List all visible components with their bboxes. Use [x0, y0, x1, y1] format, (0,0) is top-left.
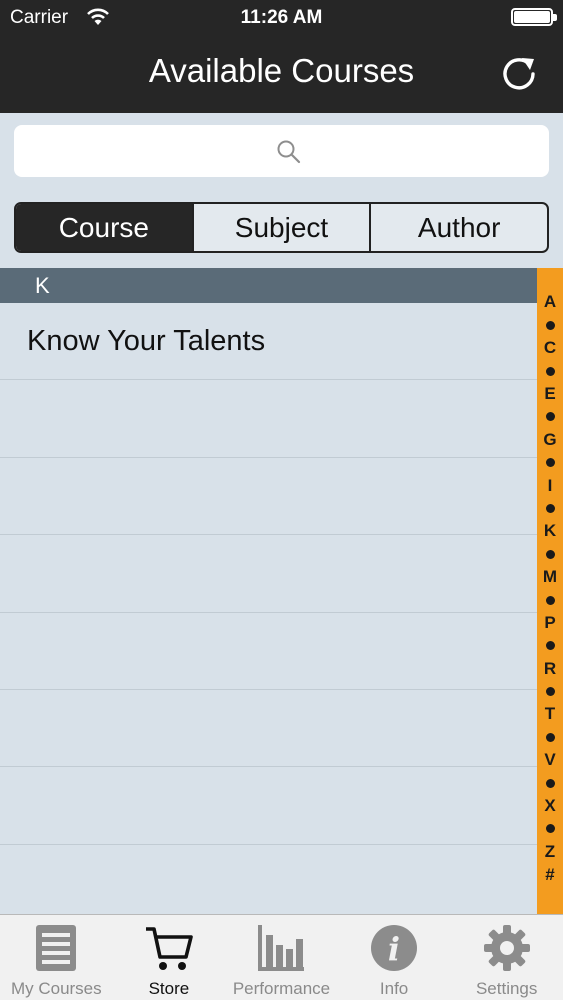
tab-performance[interactable]: Performance — [225, 915, 338, 1000]
index-dot[interactable] — [546, 589, 555, 612]
index-dot[interactable] — [546, 726, 555, 749]
navigation-bar: Carrier 11:26 AM Available Courses — [0, 0, 563, 113]
tab-label: Settings — [475, 979, 538, 998]
list-item — [0, 613, 537, 690]
index-letter[interactable]: I — [548, 474, 553, 497]
course-list: Know Your Talents — [0, 303, 537, 845]
index-letter[interactable]: M — [543, 566, 557, 589]
index-dot[interactable] — [546, 451, 555, 474]
tab-info[interactable]: i Info — [338, 915, 451, 1000]
index-letter[interactable]: V — [544, 749, 555, 772]
index-dot[interactable] — [546, 634, 555, 657]
search-input[interactable] — [14, 125, 549, 177]
index-dot[interactable] — [546, 405, 555, 428]
list-document-icon — [36, 925, 77, 971]
segment-subject[interactable]: Subject — [191, 204, 370, 251]
list-item[interactable]: Know Your Talents — [0, 303, 537, 381]
index-letter[interactable]: E — [544, 383, 555, 406]
cart-icon — [145, 927, 193, 970]
tab-label: Performance — [232, 979, 331, 998]
status-bar: Carrier 11:26 AM — [0, 0, 563, 36]
segment-course[interactable]: Course — [16, 204, 192, 251]
bar-chart-icon — [258, 925, 305, 971]
index-dot[interactable] — [546, 543, 555, 566]
segment-author[interactable]: Author — [369, 204, 547, 251]
index-letter[interactable]: A — [544, 291, 556, 314]
filter-segmented-control: Course Subject Author — [14, 202, 549, 253]
tab-store[interactable]: Store — [113, 915, 226, 1000]
alphabet-index[interactable]: A C E G I K M P R T V X Z # — [537, 268, 563, 914]
tab-label: Store — [148, 979, 190, 998]
index-dot[interactable] — [546, 360, 555, 383]
index-dot[interactable] — [546, 772, 555, 795]
refresh-icon[interactable] — [498, 52, 540, 94]
index-letter[interactable]: P — [544, 611, 555, 634]
list-item — [0, 380, 537, 458]
search-icon — [277, 140, 301, 164]
index-letter[interactable]: X — [544, 795, 555, 818]
list-item — [0, 690, 537, 768]
tab-settings[interactable]: Settings — [450, 915, 563, 1000]
index-letter[interactable]: # — [545, 863, 554, 886]
index-dot[interactable] — [546, 314, 555, 337]
index-letter[interactable]: G — [543, 428, 556, 451]
index-letter[interactable]: C — [544, 337, 556, 360]
clock: 11:26 AM — [240, 7, 323, 28]
index-letter[interactable]: R — [544, 657, 556, 680]
tab-my-courses[interactable]: My Courses — [0, 915, 113, 1000]
tab-bar: My Courses Store Performance i Info Sett… — [0, 914, 563, 1000]
index-dot[interactable] — [546, 680, 555, 703]
tab-label: Info — [379, 979, 409, 998]
list-item — [0, 767, 537, 845]
list-item — [0, 535, 537, 613]
page-title: Available Courses — [148, 52, 415, 89]
list-item — [0, 458, 537, 536]
index-dot[interactable] — [546, 497, 555, 520]
index-dot[interactable] — [546, 817, 555, 840]
gear-icon — [483, 925, 530, 971]
info-icon: i — [371, 925, 418, 971]
svg-text:i: i — [388, 930, 400, 968]
index-letter[interactable]: Z — [545, 840, 555, 863]
section-header: K — [0, 268, 537, 303]
index-letter[interactable]: K — [544, 520, 556, 543]
tab-label: My Courses — [10, 979, 102, 998]
battery-icon — [511, 8, 557, 26]
index-letter[interactable]: T — [545, 703, 555, 726]
